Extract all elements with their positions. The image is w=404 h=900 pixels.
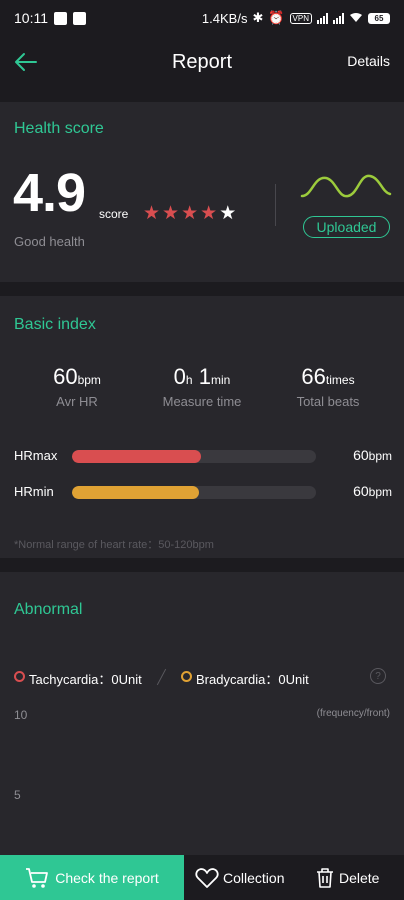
bradycardia-legend: Bradycardia：0Unit: [196, 672, 309, 687]
back-button[interactable]: [12, 48, 40, 76]
star-rating: ★ ★ ★ ★ ★: [143, 204, 236, 223]
arrow-left-icon: [15, 53, 37, 71]
uploaded-badge: Uploaded: [303, 216, 390, 238]
legend-separator: [156, 668, 167, 686]
star-empty-icon: ★: [219, 203, 237, 224]
notification-icon: [54, 11, 67, 25]
battery-icon: 65: [368, 12, 390, 24]
score-unit: score: [99, 207, 129, 221]
health-score-title: Health score: [14, 120, 104, 137]
status-bar: 10:11 1.4KB/s ✱ ⏰ VPN 65: [0, 0, 404, 36]
score-value: 4.9: [13, 163, 86, 223]
bradycardia-dot-icon: [181, 671, 192, 682]
heart-wave-icon: [300, 174, 392, 198]
alarm-icon: ⏰: [268, 10, 285, 25]
bluetooth-icon: ✱: [252, 10, 264, 25]
delete-button[interactable]: Delete: [315, 855, 379, 900]
tachycardia-dot-icon: [14, 671, 25, 682]
hrmax-bar: [72, 450, 202, 463]
signal-icon: [317, 12, 328, 24]
hrmin-value: 60bpm: [353, 483, 392, 499]
star-filled-icon: ★: [162, 203, 180, 224]
wifi-icon: [349, 11, 363, 26]
details-button[interactable]: Details: [347, 53, 390, 69]
cart-icon: [26, 867, 49, 888]
hrmin-row: HRmin 60bpm: [14, 482, 392, 502]
check-report-label: Check the report: [55, 869, 159, 886]
status-left: 10:11: [14, 10, 86, 26]
star-filled-icon: ★: [181, 203, 199, 224]
avr-hr-label: Avr HR: [56, 394, 98, 410]
trash-icon: [317, 867, 333, 888]
total-beats-value: 66times: [301, 364, 355, 389]
hrmax-label: HRmax: [14, 448, 58, 463]
help-icon[interactable]: ?: [370, 668, 386, 684]
status-right: 1.4KB/s ✱ ⏰ VPN 65: [202, 10, 390, 26]
app-header: Report Details: [0, 36, 404, 88]
hrmin-bar: [72, 486, 199, 499]
collection-button[interactable]: Collection: [195, 855, 284, 900]
signal-icon-2: [333, 12, 344, 24]
network-speed: 1.4KB/s: [201, 10, 248, 26]
normal-range-note: *Normal range of heart rate：50-120bpm: [14, 539, 214, 551]
y-tick-5: 5: [14, 788, 21, 802]
measure-time-metric: 0h 1min Measure time: [142, 364, 262, 409]
hrmax-track: [72, 450, 316, 463]
hrmax-value: 60bpm: [353, 447, 392, 463]
bottom-action-bar: Check the report Collection Delete: [0, 855, 404, 900]
star-filled-icon: ★: [200, 203, 218, 224]
health-score-card: Health score 4.9 score ★ ★ ★ ★ ★ Good health…: [0, 102, 404, 282]
measure-time-value: 0h 1min: [173, 364, 231, 389]
abnormal-title: Abnormal: [14, 601, 83, 618]
basic-index-title: Basic index: [14, 316, 96, 333]
chart-unit-label: (frequency/front): [316, 708, 390, 719]
abnormal-card: Abnormal Tachycardia：0Unit Bradycardia：0…: [0, 572, 404, 862]
total-beats-label: Total beats: [296, 394, 360, 410]
star-filled-icon: ★: [143, 203, 161, 224]
app-notification-icon: [73, 11, 86, 25]
measure-time-label: Measure time: [162, 394, 242, 410]
heart-icon: [195, 867, 219, 888]
delete-label: Delete: [339, 869, 380, 886]
basic-index-card: Basic index 60bpm Avr HR 0h 1min Measure…: [0, 296, 404, 558]
health-status: Good health: [14, 234, 85, 249]
check-report-button[interactable]: Check the report: [0, 855, 184, 900]
status-time: 10:11: [14, 10, 48, 26]
page-title: Report: [171, 50, 233, 73]
abnormal-legend: Tachycardia：0Unit Bradycardia：0Unit ?: [14, 668, 392, 688]
total-beats-metric: 66times Total beats: [268, 364, 388, 409]
hrmax-row: HRmax 60bpm: [14, 446, 392, 466]
collection-label: Collection: [223, 869, 285, 886]
avr-hr-metric: 60bpm Avr HR: [17, 364, 137, 409]
avr-hr-value: 60bpm: [53, 364, 101, 389]
divider: [275, 184, 276, 226]
hrmin-label: HRmin: [14, 484, 54, 499]
hrmin-track: [72, 486, 316, 499]
y-tick-10: 10: [14, 708, 28, 722]
tachycardia-legend: Tachycardia：0Unit: [29, 672, 142, 687]
vpn-icon: VPN: [289, 12, 312, 24]
